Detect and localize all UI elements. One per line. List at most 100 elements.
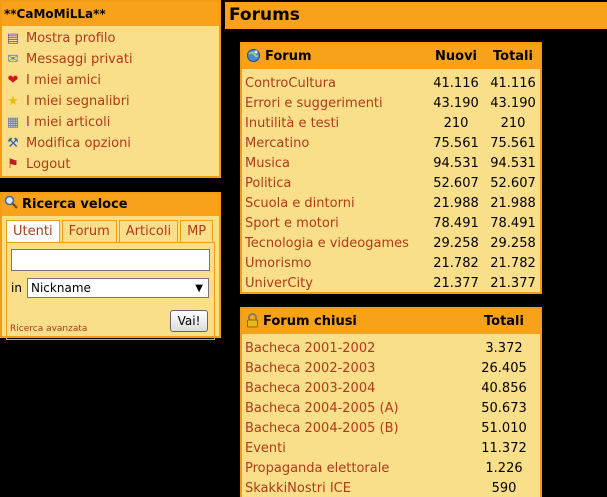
closed-forums-table: Forum chiusi Totali Bacheca 2001-2002 3.3… bbox=[240, 307, 542, 497]
profile-card-icon: ▤ bbox=[6, 30, 20, 46]
search-field-selected: Nickname bbox=[31, 281, 91, 295]
forum-new-count: 41.116 bbox=[433, 75, 479, 91]
forum-link[interactable]: Scuola e dintorni bbox=[242, 196, 426, 211]
user-menu-item[interactable]: ❤ I miei amici bbox=[2, 70, 219, 91]
closed-forum-link[interactable]: Eventi bbox=[242, 441, 468, 456]
closed-forum-link[interactable]: SkakkiNostri ICE bbox=[242, 481, 468, 496]
forum-total-count: 21.377 bbox=[490, 275, 536, 291]
wrench-icon: ⚒ bbox=[7, 135, 19, 151]
dropdown-arrow-icon: ▼ bbox=[195, 282, 203, 294]
search-tab[interactable]: MP bbox=[180, 220, 214, 242]
closed-forum-row: SkakkiNostri ICE 590 bbox=[242, 478, 540, 497]
closed-forum-row: Bacheca 2002-2003 26.405 bbox=[242, 358, 540, 378]
closed-forum-total-count: 50.673 bbox=[481, 400, 527, 416]
closed-forum-row: Bacheca 2001-2002 3.372 bbox=[242, 338, 540, 358]
forums-table: Forum Nuovi Totali ControCultura 41.116 41… bbox=[240, 42, 542, 294]
total-column-header: Totali bbox=[493, 49, 533, 64]
search-tab-body: in Nickname ▼ Ricerca avanzata Vai! bbox=[6, 242, 215, 340]
closed-forum-total-count: 40.856 bbox=[481, 380, 527, 396]
closed-forum-link[interactable]: Bacheca 2003-2004 bbox=[242, 381, 468, 396]
closed-forum-total-count: 590 bbox=[491, 480, 517, 496]
user-menu-label: Mostra profilo bbox=[26, 31, 116, 46]
user-menu-label: I miei segnalibri bbox=[26, 94, 130, 109]
forum-link[interactable]: Umorismo bbox=[242, 256, 426, 271]
forum-total-count: 210 bbox=[500, 115, 526, 131]
quick-search-header: Ricerca veloce bbox=[2, 194, 219, 216]
user-menu-item[interactable]: ✉ Messaggi privati bbox=[2, 49, 219, 70]
forum-total-count: 29.258 bbox=[490, 235, 536, 251]
search-submit-button[interactable]: Vai! bbox=[170, 310, 208, 332]
forum-link[interactable]: Politica bbox=[242, 176, 426, 191]
closed-forum-column-label: Forum chiusi bbox=[263, 314, 357, 329]
user-menu-label: I miei amici bbox=[26, 73, 101, 88]
user-menu-item[interactable]: ★ I miei segnalibri bbox=[2, 91, 219, 112]
quick-search-title: Ricerca veloce bbox=[22, 197, 128, 212]
lock-icon bbox=[246, 312, 259, 331]
user-menu-item[interactable]: ▤ Mostra profilo bbox=[2, 28, 219, 49]
forum-new-count: 210 bbox=[443, 115, 469, 131]
search-input[interactable] bbox=[11, 249, 210, 271]
closed-forum-row: Bacheca 2004-2005 (A) 50.673 bbox=[242, 398, 540, 418]
closed-forum-link[interactable]: Propaganda elettorale bbox=[242, 461, 468, 476]
forum-row: Mercatino 75.561 75.561 bbox=[242, 133, 540, 153]
closed-total-column-header: Totali bbox=[484, 314, 524, 329]
closed-forum-link[interactable]: Bacheca 2001-2002 bbox=[242, 341, 468, 356]
forum-link[interactable]: Musica bbox=[242, 156, 426, 171]
forum-link[interactable]: Inutilità e testi bbox=[242, 116, 426, 131]
forum-globe-icon bbox=[246, 48, 261, 66]
forum-row: ControCultura 41.116 41.116 bbox=[242, 73, 540, 93]
user-menu-label: I miei articoli bbox=[26, 115, 111, 130]
advanced-search-link[interactable]: Ricerca avanzata bbox=[10, 324, 87, 334]
forum-total-count: 43.190 bbox=[490, 95, 536, 111]
search-field-select[interactable]: Nickname ▼ bbox=[27, 278, 209, 298]
forum-new-count: 78.491 bbox=[433, 215, 479, 231]
closed-forum-row: Eventi 11.372 bbox=[242, 438, 540, 458]
forum-total-count: 75.561 bbox=[490, 135, 536, 151]
search-tab[interactable]: Forum bbox=[61, 220, 117, 242]
username-header: **CaMoMiLLa** bbox=[2, 2, 219, 26]
closed-forums-header: Forum chiusi Totali bbox=[242, 309, 540, 334]
user-menu-label: Modifica opzioni bbox=[26, 136, 131, 151]
user-menu-item[interactable]: ⚒ Modifica opzioni bbox=[2, 133, 219, 154]
envelope-icon: ✉ bbox=[7, 51, 19, 67]
closed-forum-row: Bacheca 2003-2004 40.856 bbox=[242, 378, 540, 398]
forum-row: Musica 94.531 94.531 bbox=[242, 153, 540, 173]
forum-row: Tecnologia e videogames 29.258 29.258 bbox=[242, 233, 540, 253]
closed-forum-column-header: Forum chiusi bbox=[242, 312, 468, 331]
forum-row: Errori e suggerimenti 43.190 43.190 bbox=[242, 93, 540, 113]
forum-new-count: 94.531 bbox=[433, 155, 479, 171]
closed-forum-link[interactable]: Bacheca 2004-2005 (B) bbox=[242, 421, 468, 436]
user-panel: **CaMoMiLLa** ▤ Mostra profilo ✉ Messaggi p… bbox=[0, 0, 221, 178]
user-menu-item[interactable]: ▦ I miei articoli bbox=[2, 112, 219, 133]
forum-total-count: 94.531 bbox=[490, 155, 536, 171]
search-tab[interactable]: Articoli bbox=[118, 220, 179, 242]
forum-link[interactable]: Tecnologia e videogames bbox=[242, 236, 426, 251]
forum-link[interactable]: ControCultura bbox=[242, 76, 426, 91]
forum-new-count: 75.561 bbox=[433, 135, 479, 151]
forum-link[interactable]: UniverCity bbox=[242, 276, 426, 291]
forum-total-count: 52.607 bbox=[490, 175, 536, 191]
forum-link[interactable]: Sport e motori bbox=[242, 216, 426, 231]
user-menu-item[interactable]: ⚑ Logout bbox=[2, 154, 219, 175]
search-field-row: in Nickname ▼ bbox=[11, 278, 210, 298]
closed-forum-link[interactable]: Bacheca 2004-2005 (A) bbox=[242, 401, 468, 416]
forum-row: Inutilità e testi 210 210 bbox=[242, 113, 540, 133]
closed-forum-total-count: 3.372 bbox=[485, 340, 523, 356]
forum-total-count: 21.782 bbox=[490, 255, 536, 271]
forum-link[interactable]: Mercatino bbox=[242, 136, 426, 151]
page-title: Forums bbox=[225, 2, 607, 29]
user-menu-label: Logout bbox=[26, 157, 71, 172]
forum-new-count: 43.190 bbox=[433, 95, 479, 111]
forum-total-count: 41.116 bbox=[490, 75, 536, 91]
closed-forum-row: Propaganda elettorale 1.226 bbox=[242, 458, 540, 478]
star-icon: ★ bbox=[7, 93, 19, 109]
closed-forum-link[interactable]: Bacheca 2002-2003 bbox=[242, 361, 468, 376]
forum-link[interactable]: Errori e suggerimenti bbox=[242, 96, 426, 111]
forum-row: Sport e motori 78.491 78.491 bbox=[242, 213, 540, 233]
forum-total-count: 21.988 bbox=[490, 195, 536, 211]
search-tab[interactable]: Utenti bbox=[6, 220, 60, 242]
forum-column-label: Forum bbox=[265, 49, 312, 64]
forums-table-header: Forum Nuovi Totali bbox=[242, 44, 540, 69]
forum-row: Politica 52.607 52.607 bbox=[242, 173, 540, 193]
new-column-header: Nuovi bbox=[435, 49, 477, 64]
